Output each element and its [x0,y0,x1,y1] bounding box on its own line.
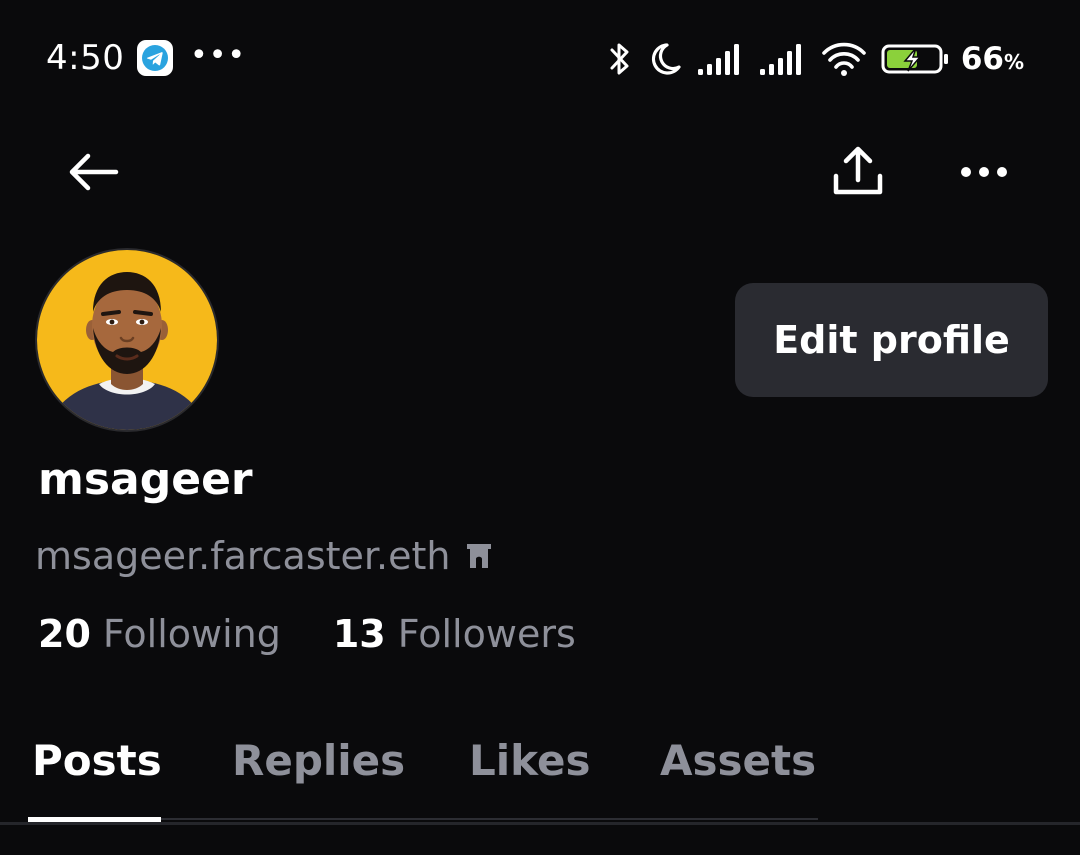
arrow-left-icon [69,153,119,191]
avatar[interactable] [37,250,217,430]
wifi-icon [822,42,866,76]
more-options-button[interactable] [952,150,1016,194]
handle-row: msageer.farcaster.eth [35,534,494,578]
followers-label: Followers [397,612,576,656]
tab-posts[interactable]: Posts [32,736,162,785]
tab-assets[interactable]: Assets [660,736,816,785]
followers-link[interactable]: 13 Followers [333,612,576,656]
telegram-icon [137,40,173,76]
divider [0,822,1080,825]
signal-icon [759,44,801,75]
battery-percentage: 66% [960,41,1024,77]
battery-charging-icon [881,44,948,74]
signal-icon [697,44,739,75]
edit-profile-button[interactable]: Edit profile [735,283,1048,397]
handle: msageer.farcaster.eth [35,534,451,578]
share-upload-icon [833,146,883,195]
tab-likes[interactable]: Likes [469,736,590,785]
tab-replies[interactable]: Replies [232,736,405,785]
following-link[interactable]: 20 Following [38,612,281,656]
bluetooth-icon [610,43,629,75]
status-time: 4:50 [46,38,125,78]
following-label: Following [102,612,281,656]
tab-underline [161,818,818,820]
status-bar: 4:50 ••• 66% [0,0,1080,120]
avatar-illustration [37,250,217,430]
moon-icon [651,43,681,75]
following-count: 20 [38,612,91,656]
more-notifications-indicator: ••• [190,38,247,73]
share-button[interactable] [826,140,890,204]
profile-tabs: Posts Replies Likes Assets [0,722,1080,822]
display-name: msageer [38,454,253,505]
follow-stats: 20 Following 13 Followers [38,612,576,656]
followers-count: 13 [332,612,386,656]
back-button[interactable] [60,144,124,200]
more-horizontal-icon [961,167,1007,177]
farcaster-arch-icon [467,544,492,568]
status-icons: 66% [593,36,1024,82]
